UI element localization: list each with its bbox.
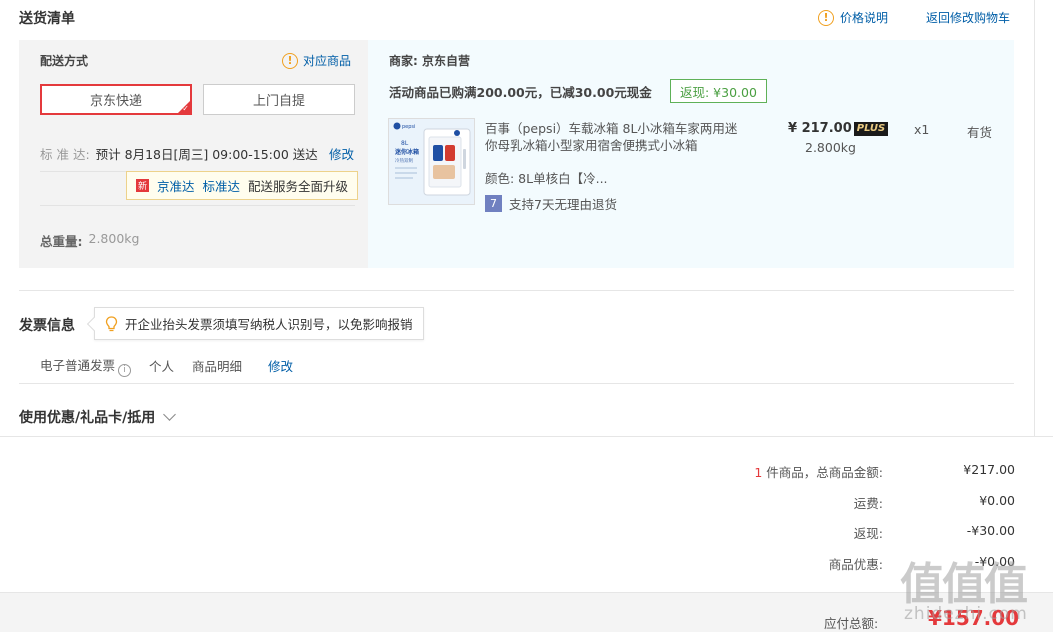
promo-text: 活动商品已购满200.00元，已减30.00元现金	[389, 85, 652, 100]
invoice-row: 电子普通发票 i 个人 商品明细 修改	[40, 355, 293, 377]
payment-bar	[0, 592, 1053, 632]
summary-rebate-value: -¥30.00	[966, 523, 1015, 538]
plus-badge: PLUS	[853, 121, 889, 136]
jd-express-label: 京东快递	[89, 94, 142, 109]
summary-total-label: 1 件商品，总商品金额:	[583, 462, 883, 481]
match-goods-link[interactable]: ! 对应商品	[282, 52, 351, 69]
invoice-type: 电子普通发票 i	[40, 355, 132, 377]
invoice-type-label: 电子普通发票	[40, 358, 116, 373]
eta-row: 标 准 达: 预计 8月18日[周三] 09:00-15:00 送达	[40, 144, 318, 163]
item-count: 1	[754, 465, 763, 480]
payable-label: 应付总额:	[824, 616, 879, 631]
weight-label: 总重量:	[40, 234, 83, 249]
price-info-label: 价格说明	[840, 11, 889, 25]
return-policy-icon: 7	[485, 195, 502, 212]
page-title: 送货清单	[19, 11, 75, 27]
invoice-edit-link[interactable]: 修改	[268, 356, 293, 375]
bzd-link[interactable]: 标准达	[203, 176, 241, 195]
product-name-link[interactable]: 百事（pepsi）车载冰箱 8L小冰箱车家两用迷你母乳冰箱小型家用宿舍便携式小冰…	[485, 120, 745, 154]
divider	[40, 205, 355, 206]
return-policy: 7 支持7天无理由退货	[485, 194, 617, 213]
tip-arrow	[86, 316, 102, 332]
new-badge: 新	[136, 179, 149, 192]
watermark-text: zhidezhi.com	[904, 604, 1028, 624]
warning-icon: !	[282, 52, 298, 69]
summary-discount-label: 商品优惠:	[828, 557, 883, 572]
total-weight: 总重量: 2.800kg	[40, 231, 139, 250]
invoice-detail: 商品明细	[192, 359, 243, 375]
match-goods-label: 对应商品	[303, 54, 352, 68]
return-policy-text: 支持7天无理由退货	[509, 197, 617, 212]
thumb-line2: 迷你冰箱	[394, 148, 419, 156]
self-pickup-label: 上门自提	[252, 94, 305, 109]
jzd-link[interactable]: 京准达	[157, 176, 195, 195]
coupon-toggle[interactable]: 使用优惠/礼品卡/抵用	[19, 407, 177, 427]
seller-name: 商家: 京东自营	[389, 54, 470, 68]
section-divider	[19, 383, 1014, 384]
product-price: ¥ 217.00 PLUS	[788, 121, 889, 136]
eta-edit-link[interactable]: 修改	[329, 144, 354, 163]
invoice-tip-text: 开企业抬头发票须填写纳税人识别号，以免影响报销	[125, 317, 413, 332]
frame-border	[1034, 0, 1035, 436]
stock-status: 有货	[967, 125, 993, 140]
coupon-title: 使用优惠/礼品卡/抵用	[19, 410, 156, 426]
divider	[0, 436, 1053, 437]
product-weight: 2.800kg	[805, 140, 856, 155]
thumb-line3: 冷热双制	[395, 157, 413, 164]
jd-express-option[interactable]: 京东快递 ✓	[40, 84, 192, 115]
lightbulb-icon	[105, 315, 118, 331]
eta-label: 标 准 达:	[40, 147, 90, 162]
watermark-logo: 值值值	[900, 559, 1028, 610]
product-quantity: x1	[914, 122, 930, 137]
price-info-link[interactable]: ! 价格说明	[818, 9, 888, 26]
section-divider	[19, 290, 1014, 291]
delivery-upgrade-tip: 新 京准达 标准达 配送服务全面升级	[126, 171, 359, 200]
self-pickup-option[interactable]: 上门自提	[203, 84, 355, 115]
back-to-cart-link[interactable]: 返回修改购物车	[926, 9, 1010, 26]
warning-icon: !	[818, 9, 834, 26]
product-color: 颜色: 8L单核白【冷...	[485, 171, 608, 186]
summary-rebate-label: 返现:	[853, 526, 883, 541]
thumb-brand: pepsi	[402, 124, 415, 130]
eta-value: 预计 8月18日[周三] 09:00-15:00 送达	[95, 147, 318, 162]
tip-text: 配送服务全面升级	[248, 179, 349, 194]
summary-freight-value: ¥0.00	[979, 493, 1015, 508]
invoice-tip: 开企业抬头发票须填写纳税人识别号，以免影响报销	[86, 307, 424, 340]
fridge-image-icon: pepsi 8L 迷你冰箱 冷热双制	[389, 119, 474, 204]
price-value: ¥ 217.00	[788, 121, 852, 136]
invoice-title: 发票信息	[19, 318, 75, 334]
weight-value: 2.800kg	[88, 231, 140, 246]
chevron-down-icon	[163, 408, 177, 421]
summary-total-value: ¥217.00	[963, 462, 1015, 477]
info-icon[interactable]: i	[118, 363, 132, 377]
thumb-line1: 8L	[401, 140, 409, 147]
summary-freight-label: 运费:	[853, 496, 883, 511]
product-thumbnail[interactable]: pepsi 8L 迷你冰箱 冷热双制	[388, 118, 475, 205]
invoice-person: 个人	[149, 359, 175, 375]
rebate-badge: 返现: ¥30.00	[670, 79, 767, 103]
total-label-text: 件商品，总商品金额:	[766, 465, 883, 480]
shipping-method-label: 配送方式	[40, 54, 89, 68]
check-icon: ✓	[182, 104, 189, 113]
